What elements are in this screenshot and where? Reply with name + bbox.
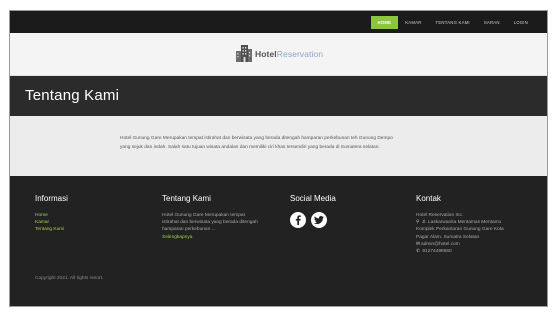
page-title: Tentang Kami xyxy=(25,87,120,104)
nav-kamar[interactable]: KAMAR xyxy=(398,16,428,29)
kontak-address-line3: Pagar Alam, Sumatra Selatan xyxy=(416,234,480,240)
kontak-address: ⚲ Jl. Laskarwanita Mentamas Mentamo xyxy=(416,220,502,226)
footer-kontak-heading: Kontak xyxy=(416,194,441,203)
logo-text: HotelReservation xyxy=(255,48,324,59)
footer: Informasi Home Kamar Tentang Kami Tentan… xyxy=(10,176,547,306)
footer-link-kamar[interactable]: Kamar xyxy=(35,219,145,226)
kontak-address-line2: Komplek Perkantoran Gunung Gare Kota xyxy=(416,227,504,233)
facebook-icon[interactable] xyxy=(290,212,306,228)
nav-tentang-kami[interactable]: TENTANG KAMI xyxy=(429,16,477,29)
page-title-band: Tentang Kami xyxy=(10,76,547,116)
read-more-link[interactable]: Selengkapnya xyxy=(162,234,280,241)
site-logo[interactable]: HotelReservation xyxy=(236,45,323,62)
location-icon: ⚲ xyxy=(416,220,420,226)
phone-icon: ✆ xyxy=(416,249,421,255)
nav-home[interactable]: HOME xyxy=(370,16,399,29)
envelope-icon: ✉ xyxy=(416,241,421,247)
about-text: Hotel Gunung Gare Merupakan tempat istir… xyxy=(120,136,393,150)
building-icon xyxy=(236,45,252,62)
footer-link-tentang-kami[interactable]: Tentang Kami xyxy=(35,226,145,233)
footer-social-heading: Social Media xyxy=(290,194,336,203)
kontak-email[interactable]: ✉admin@hotel.com xyxy=(416,241,538,248)
footer-tentang-text: Hotel Gunung Gare Merupakan tempat istira… xyxy=(162,213,258,233)
footer-informasi-heading: Informasi xyxy=(35,194,68,203)
about-content: Hotel Gunung Gare Merupakan tempat istir… xyxy=(10,116,547,176)
nav-saran[interactable]: SARAN xyxy=(477,16,507,29)
copyright-text: Copyright 2021. All rights resort. xyxy=(35,276,104,281)
header-logo-band: HotelReservation xyxy=(10,33,547,76)
kontak-company: Hotel Reservation Inc. xyxy=(416,213,464,218)
footer-informasi: Informasi Home Kamar Tentang Kami xyxy=(35,194,145,234)
footer-tentang-heading: Tentang Kami xyxy=(162,194,211,203)
nav-menu: HOME KAMAR TENTANG KAMI SARAN LOGIN xyxy=(370,16,535,29)
top-navigation: HOME KAMAR TENTANG KAMI SARAN LOGIN xyxy=(10,11,547,33)
kontak-phone[interactable]: ✆ 81274498550 xyxy=(416,248,538,255)
twitter-icon[interactable] xyxy=(311,212,327,228)
footer-kontak: Kontak Hotel Reservation Inc. ⚲ Jl. Lask… xyxy=(416,194,538,255)
footer-social: Social Media xyxy=(290,194,400,228)
footer-tentang: Tentang Kami Hotel Gunung Gare Merupakan… xyxy=(162,194,280,241)
browser-frame: HOME KAMAR TENTANG KAMI SARAN LOGIN Hote… xyxy=(9,10,548,307)
nav-login[interactable]: LOGIN xyxy=(507,16,535,29)
footer-link-home[interactable]: Home xyxy=(35,212,145,219)
